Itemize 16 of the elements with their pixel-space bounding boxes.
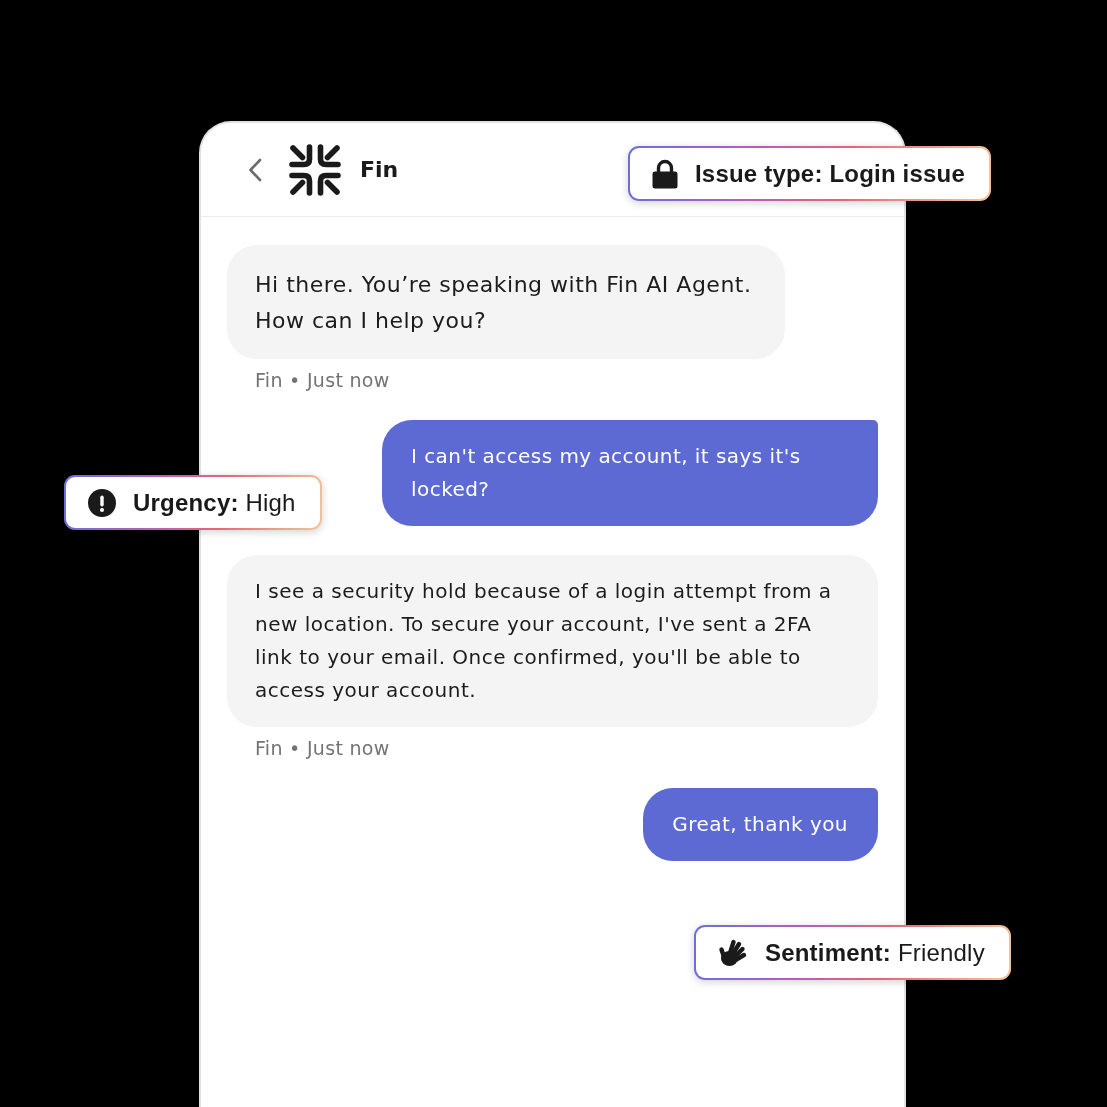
tag-label: Sentiment: Friendly: [765, 938, 985, 967]
alert-circle-icon: [88, 488, 116, 517]
agent-name: Fin: [360, 157, 399, 182]
chevron-left-icon: [248, 157, 262, 182]
message-meta: Fin • Just now: [255, 737, 390, 760]
message-bubble: I can't access my account, it says it's locked?: [382, 420, 878, 526]
starburst-logo-icon: [289, 143, 341, 196]
message-meta: Fin • Just now: [255, 369, 390, 392]
tag-label: Urgency: High: [133, 488, 296, 517]
back-button[interactable]: [248, 157, 262, 182]
lock-icon: [652, 158, 678, 189]
message-bubble: Hi there. You’re speaking with Fin AI Agent. How can I help you?: [227, 245, 786, 359]
message-bubble: Great, thank you: [643, 788, 878, 861]
raised-hand-icon: [718, 937, 748, 968]
tag-label: Issue type: Login issue: [695, 159, 965, 188]
message-bubble: I see a security hold because of a login attempt from a new location. To secure your account, I've sent a 2FA link to your email. Once confirmed, you'll be able to access your account.: [227, 555, 878, 727]
